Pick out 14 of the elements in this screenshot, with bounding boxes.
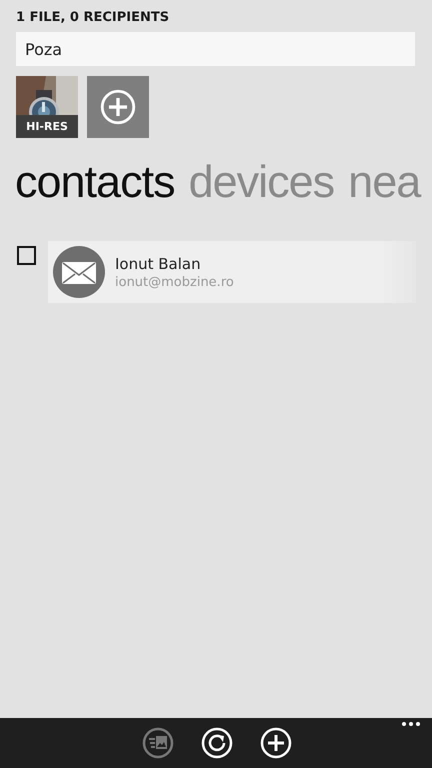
- contact-card[interactable]: Ionut Balan ionut@mobzine.ro: [48, 241, 416, 304]
- checkbox[interactable]: [17, 246, 36, 266]
- message-field[interactable]: Poza: [16, 32, 415, 66]
- envelope-icon: [53, 246, 105, 298]
- more-icon[interactable]: [402, 722, 420, 726]
- contact-email: ionut@mobzine.ro: [115, 274, 234, 290]
- add-icon: [100, 89, 136, 125]
- add-button[interactable]: [260, 727, 292, 759]
- status-header: 1 FILE, 0 RECIPIENTS: [16, 10, 170, 25]
- refresh-button[interactable]: [201, 727, 233, 759]
- hi-res-label: HI-RES: [16, 115, 78, 138]
- contact-name: Ionut Balan: [115, 254, 202, 273]
- add-attachment-button[interactable]: [87, 76, 149, 138]
- pivot-tab[interactable]: contacts: [15, 158, 175, 206]
